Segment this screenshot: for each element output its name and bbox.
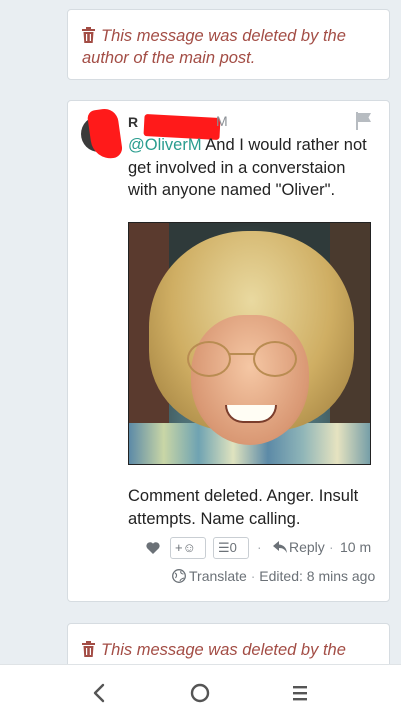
- author-name-suffix: M: [216, 113, 228, 129]
- comment-caption: Comment deleted. Anger. Insult attempts.…: [128, 487, 359, 528]
- separator-dot: ·: [257, 539, 262, 555]
- comment-actions: +☺ ☰0 · Reply · 10 m: [146, 537, 386, 561]
- mention-link[interactable]: @OliverM: [128, 136, 202, 154]
- image-glasses-left: [187, 341, 231, 377]
- edited-time: Edited: 8 mins ago: [259, 568, 376, 584]
- deleted-message-card: This message was deleted by the author o…: [67, 9, 390, 80]
- separator-dot: ·: [250, 568, 260, 584]
- reply-label: Reply: [289, 539, 325, 555]
- flag-icon[interactable]: [355, 112, 373, 130]
- trash-icon: [82, 27, 95, 43]
- comment-text: @OliverM And I would rather not get invo…: [128, 134, 368, 202]
- home-icon[interactable]: [186, 679, 214, 707]
- heart-icon[interactable]: [146, 541, 160, 555]
- list-icon: ☰: [218, 540, 230, 555]
- add-reaction-button[interactable]: +☺: [170, 537, 206, 559]
- separator-dot: ·: [329, 539, 334, 555]
- comment-card: R M @OliverM And I would rather not get …: [67, 100, 390, 602]
- back-icon[interactable]: [86, 679, 114, 707]
- image-glasses-right: [253, 341, 297, 377]
- avatar-redaction: [86, 107, 124, 161]
- trash-icon: [82, 641, 95, 657]
- attached-image[interactable]: [128, 222, 371, 465]
- deleted-message-text: This message was deleted by the author o…: [82, 27, 346, 67]
- post-time: 10 m: [340, 539, 372, 555]
- reaction-count: 0: [229, 540, 237, 555]
- reaction-count-button[interactable]: ☰0: [213, 537, 249, 559]
- globe-icon: [172, 569, 186, 583]
- reply-button[interactable]: Reply: [273, 539, 325, 555]
- image-face: [191, 315, 309, 445]
- deleted-message: This message was deleted by the author o…: [82, 25, 377, 69]
- image-glasses-bridge: [229, 353, 255, 355]
- menu-icon[interactable]: [286, 679, 314, 707]
- system-nav-bar: [0, 664, 401, 721]
- translate-link[interactable]: Translate: [189, 568, 247, 584]
- reply-icon: [273, 541, 287, 553]
- comment-meta: Translate · Edited: 8 mins ago: [172, 568, 375, 584]
- author-name[interactable]: R: [128, 114, 138, 130]
